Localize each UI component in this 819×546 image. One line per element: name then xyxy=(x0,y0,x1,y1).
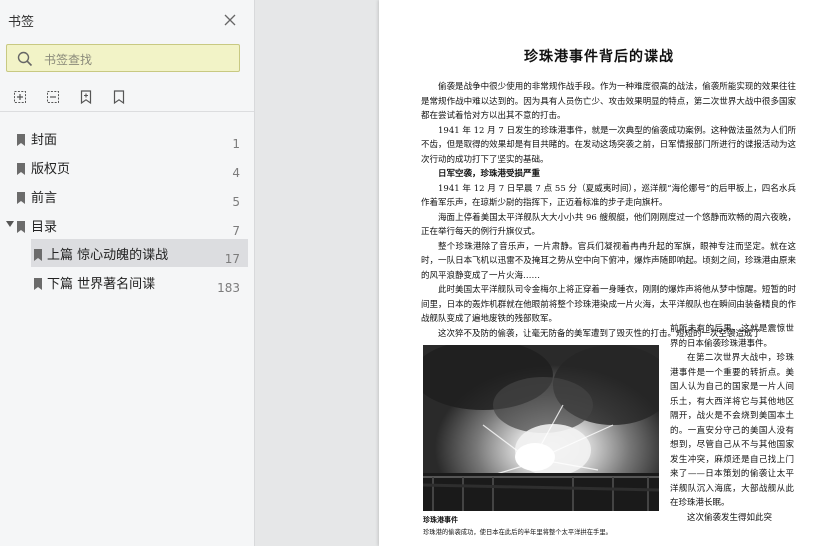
bookmark-item-part2[interactable]: 下篇 世界著名间谍 183 xyxy=(31,268,248,296)
bookmark-item-toc[interactable]: 目录 7 xyxy=(0,211,248,239)
bookmark-icon xyxy=(17,160,25,175)
paragraph: 偷袭是战争中很少使用的非常规作战手段。作为一种难度很高的战法，偷袭所能实现的效果… xyxy=(421,82,796,121)
bookmark-page: 183 xyxy=(217,281,240,295)
section-heading: 日军空袭，珍珠港受损严重 xyxy=(438,169,541,179)
close-icon[interactable] xyxy=(222,12,238,28)
bookmark-item-cover[interactable]: 封面 1 xyxy=(0,124,248,152)
paragraph: 在第二次世界大战中，珍珠港事件是一个重要的转折点。美国人认为自己的国家是一片人间… xyxy=(670,353,794,508)
document-page: 珍珠港事件背后的谍战 偷袭是战争中很少使用的非常规作战手段。作为一种难度很高的战… xyxy=(379,0,819,546)
bookmark-label: 封面 xyxy=(31,133,58,148)
divider xyxy=(0,111,254,112)
bookmark-add-icon[interactable] xyxy=(78,89,94,105)
pearl-harbor-photo xyxy=(413,340,673,511)
paragraph: 整个珍珠港除了音乐声，一片肃静。官兵们凝视着冉冉升起的军旗，眼神专注而坚定。就在… xyxy=(421,241,796,281)
bookmark-page: 4 xyxy=(232,166,240,180)
bookmark-item-part1[interactable]: 上篇 惊心动魄的谍战 17 xyxy=(31,239,248,267)
caption-text: 珍珠港的偷袭成功，使日本在此后的半年里将整个太平洋拱在手里。 xyxy=(423,529,612,536)
bookmark-label: 版权页 xyxy=(31,162,71,177)
delete-bookmark-icon[interactable] xyxy=(45,89,61,105)
sidebar-title: 书签 xyxy=(8,15,35,30)
search-placeholder: 书签查找 xyxy=(44,53,93,67)
paragraph: 1941 年 12 月 7 日早晨 7 点 55 分（夏威夷时间），巡洋舰“海伦… xyxy=(421,183,796,209)
bookmark-toolbar xyxy=(12,89,139,108)
bookmark-sidebar: 书签 书签查找 封面 1 版权页 4 前言 5 目录 7 上篇 惊心动魄的谍战 … xyxy=(0,0,255,546)
search-icon xyxy=(17,51,33,71)
bookmark-item-copyright[interactable]: 版权页 4 xyxy=(0,153,248,181)
bookmark-label: 上篇 惊心动魄的谍战 xyxy=(47,248,169,263)
bookmark-page: 17 xyxy=(224,252,240,266)
paragraph: 海面上停着美国太平洋舰队大大小小共 96 艘舰艇，他们刚刚度过一个悠静而欢畅的周… xyxy=(421,212,796,238)
paragraph: 这次偷袭发生得如此突 xyxy=(687,512,773,523)
bookmark-icon[interactable] xyxy=(111,89,127,105)
bookmark-item-preface[interactable]: 前言 5 xyxy=(0,182,248,210)
paragraph: 此时美国太平洋舰队司令金梅尔上将正穿着一身睡衣，刚刚的爆炸声将他从梦中惊醒。短暂… xyxy=(421,285,796,324)
bookmark-icon xyxy=(17,218,25,233)
paragraph: 1941 年 12 月 7 日发生的珍珠港事件，就是一次典型的偷袭成功案例。这种… xyxy=(421,125,796,165)
bookmark-label: 目录 xyxy=(31,220,58,235)
bookmark-page: 1 xyxy=(232,137,240,151)
bookmark-label: 前言 xyxy=(31,191,58,206)
side-column: 前所未有的后果，这就是震惊世界的日本偷袭珍珠港事件。 在第二次世界大战中，珍珠港… xyxy=(670,322,794,525)
bookmark-icon xyxy=(34,246,42,261)
page-title: 珍珠港事件背后的谍战 xyxy=(524,49,674,65)
bookmark-icon xyxy=(34,275,42,290)
bookmark-icon xyxy=(17,131,25,146)
add-bookmark-icon[interactable] xyxy=(12,89,28,105)
caption-title: 珍珠港事件 xyxy=(423,516,458,524)
paragraph: 前所未有的后果，这就是震惊世界的日本偷袭珍珠港事件。 xyxy=(670,324,794,349)
bookmark-label: 下篇 世界著名间谍 xyxy=(47,277,156,292)
bookmark-page: 5 xyxy=(232,195,240,209)
article-body: 偷袭是战争中很少使用的非常规作战手段。作为一种难度很高的战法，偷袭所能实现的效果… xyxy=(421,80,796,341)
bookmark-page: 7 xyxy=(232,224,240,238)
bookmark-icon xyxy=(17,189,25,204)
bookmark-search-input[interactable]: 书签查找 xyxy=(6,44,240,72)
expand-arrow-icon[interactable] xyxy=(6,221,14,227)
